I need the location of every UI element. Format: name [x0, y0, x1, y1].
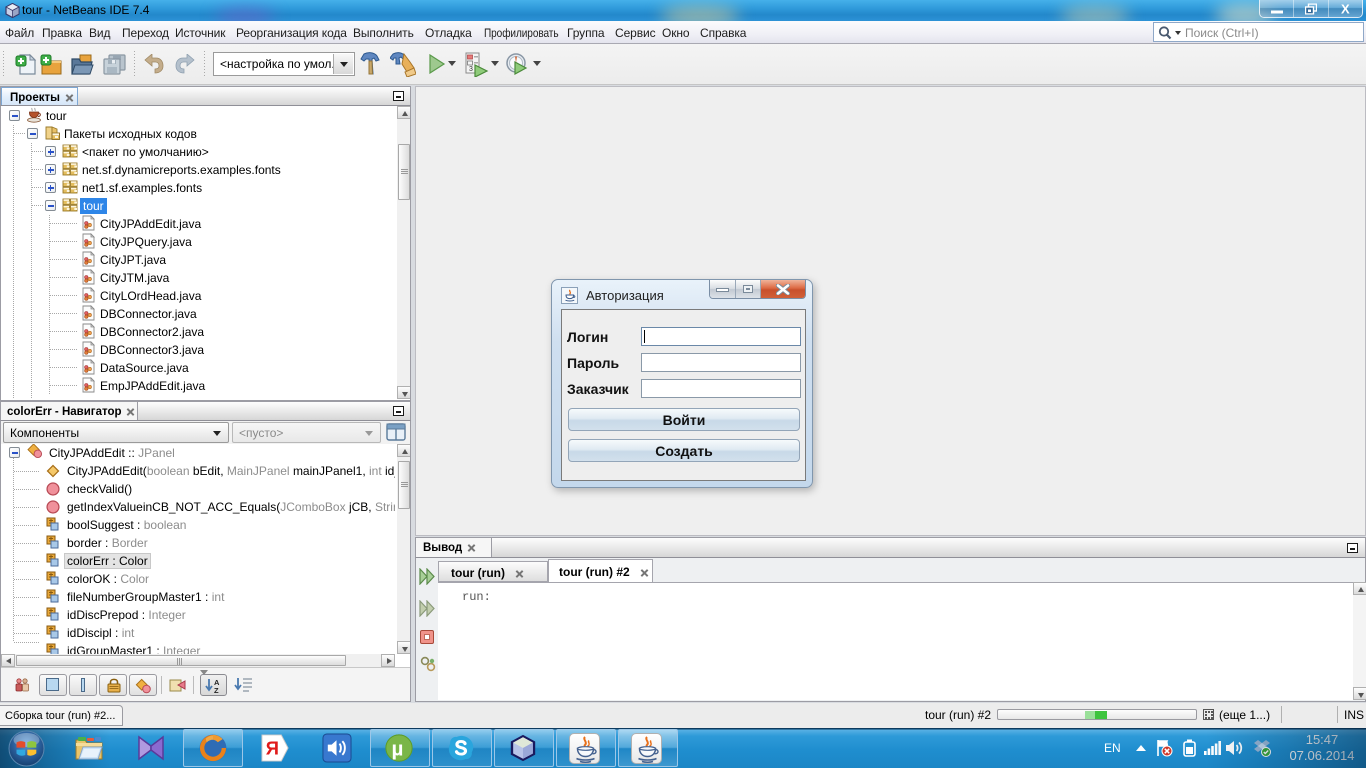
svg-text:µ: µ: [392, 738, 404, 761]
svg-text:Z: Z: [214, 686, 219, 694]
svg-text:Я: Я: [266, 737, 279, 758]
svg-text:3: 3: [469, 66, 473, 73]
